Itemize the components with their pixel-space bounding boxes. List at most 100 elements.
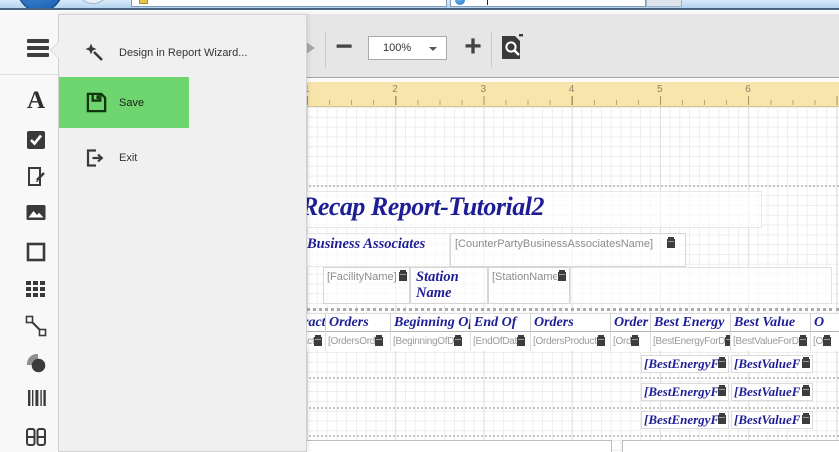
smart-tag-icon[interactable] — [597, 337, 605, 346]
header-cell[interactable]: Best Energy — [650, 314, 730, 332]
hamburger-menu-button[interactable] — [27, 39, 49, 57]
station-name-label[interactable]: Station Name — [410, 267, 488, 304]
picture-box-tool-icon[interactable] — [25, 202, 47, 224]
browser-forward-button[interactable] — [76, 0, 110, 4]
zoom-level-dropdown[interactable]: 100% — [368, 36, 447, 60]
preview-zoom-page-icon[interactable] — [499, 34, 525, 62]
station-name-field[interactable]: [StationName] — [488, 267, 570, 304]
toolbox-sidebar: A — [0, 11, 58, 452]
wand-icon — [85, 43, 105, 68]
footer-panel-left[interactable] — [305, 440, 612, 452]
best-energy-field[interactable]: [BestEnergyF — [641, 383, 729, 401]
shape-tool-icon[interactable] — [25, 352, 47, 374]
smart-tag-icon[interactable] — [802, 387, 810, 396]
browser-search-input[interactable] — [450, 0, 646, 7]
label-tool-icon[interactable]: A — [24, 90, 48, 112]
panel-tool-icon[interactable] — [25, 241, 47, 263]
report-canvas[interactable]: Recap Report-Tutorial2 Business Associat… — [300, 107, 839, 452]
field-cell[interactable]: [BestEnergyForD — [650, 332, 730, 351]
ruler-number: 6 — [745, 84, 751, 95]
screen: A — [0, 0, 839, 452]
barcode-tool-icon[interactable] — [25, 387, 47, 409]
exit-icon — [85, 148, 105, 173]
smart-tag-icon[interactable] — [631, 337, 639, 346]
report-title-label[interactable]: Recap Report-Tutorial2 — [300, 191, 762, 228]
smart-tag-icon[interactable] — [667, 239, 675, 248]
smart-tag-icon[interactable] — [823, 337, 831, 346]
smart-tag-icon[interactable] — [558, 272, 566, 281]
header-cell[interactable]: Best Value — [730, 314, 810, 332]
header-cell[interactable]: Orders — [530, 314, 610, 332]
header-cell[interactable]: Beginning Of — [390, 314, 470, 332]
rich-text-tool-icon[interactable] — [25, 166, 47, 188]
design-surface: 123456 Recap Report-Tutorial2 Business A… — [300, 78, 839, 452]
field-cell[interactable]: [O — [810, 332, 839, 351]
report-designer: A — [0, 11, 839, 452]
field-cell[interactable]: [OrdersProduct — [530, 332, 610, 351]
field-cell[interactable]: [EndOfDat — [470, 332, 530, 351]
band-separator[interactable] — [300, 185, 839, 187]
band-separator[interactable] — [300, 407, 839, 409]
character-comb-tool-icon[interactable] — [25, 426, 47, 448]
smart-tag-icon[interactable] — [399, 272, 407, 281]
band-separator[interactable] — [300, 308, 839, 311]
business-associates-label[interactable]: Business Associates — [302, 233, 450, 267]
counterparty-field[interactable]: [CounterPartyBusinessAssociatesName] — [450, 233, 686, 267]
best-value-field[interactable]: [BestValueF — [731, 355, 813, 373]
table-data-row[interactable]: act[OrdersOrd[BeginningOfD[EndOfDat[Orde… — [300, 332, 839, 351]
best-value-field[interactable]: [BestValueF — [731, 383, 813, 401]
table-header-row[interactable]: ractOrdersBeginning OfEnd OfOrdersOrderB… — [300, 313, 839, 332]
smart-tag-icon[interactable] — [799, 337, 807, 346]
site-favicon — [139, 0, 148, 4]
band-separator[interactable] — [300, 435, 839, 437]
toolbar-separator — [325, 32, 326, 68]
ruler-number: 5 — [657, 84, 663, 95]
best-value-field[interactable]: [BestValueF — [731, 411, 813, 429]
smart-tag-icon[interactable] — [517, 337, 525, 346]
browser-chrome — [0, 0, 839, 10]
header-cell[interactable]: O — [810, 314, 839, 332]
header-cell[interactable]: Order — [610, 314, 650, 332]
main-menu-panel: Design in Report Wizard... Save Exit — [58, 14, 307, 452]
field-cell[interactable]: [OrdersOrd — [325, 332, 390, 351]
browser-search-button[interactable] — [646, 0, 682, 7]
smart-tag-icon[interactable] — [718, 359, 726, 368]
chevron-down-icon — [429, 47, 437, 51]
smart-tag-icon[interactable] — [802, 359, 810, 368]
ruler-number: 3 — [481, 84, 487, 95]
field-cell[interactable]: [BeginningOfD — [390, 332, 470, 351]
smart-tag-icon[interactable] — [314, 337, 322, 346]
smart-tag-icon[interactable] — [375, 337, 383, 346]
field-cell[interactable]: [BestValueForD — [730, 332, 810, 351]
scroll-right-icon[interactable] — [306, 42, 315, 54]
smart-tag-icon[interactable] — [718, 415, 726, 424]
menu-item-design-in-report-wizard[interactable]: Design in Report Wizard... — [59, 39, 307, 67]
best-energy-field[interactable]: [BestEnergyF — [641, 411, 729, 429]
menu-item-save[interactable]: Save — [59, 77, 189, 128]
zoom-in-button[interactable]: + — [462, 38, 484, 60]
footer-panel-right[interactable] — [622, 440, 839, 452]
ruler-ticks-major — [307, 96, 839, 105]
table-tool-icon[interactable] — [25, 278, 47, 300]
facility-name-field[interactable]: [FacilityName] — [323, 267, 410, 304]
best-energy-field[interactable]: [BestEnergyF — [641, 355, 729, 373]
header-cell[interactable]: End Of — [470, 314, 530, 332]
menu-item-exit[interactable]: Exit — [59, 144, 307, 172]
field-cell[interactable]: [Ord — [610, 332, 650, 351]
ruler-number: 4 — [569, 84, 575, 95]
report-title-text: Recap Report-Tutorial2 — [301, 192, 544, 222]
band-separator[interactable] — [300, 377, 839, 379]
line-tool-icon[interactable] — [25, 315, 47, 337]
smart-tag-icon[interactable] — [802, 415, 810, 424]
header-cell[interactable]: Orders — [325, 314, 390, 332]
browser-back-button[interactable] — [17, 0, 63, 10]
horizontal-ruler: 123456 — [300, 82, 839, 107]
empty-panel[interactable] — [570, 267, 832, 304]
zoom-level-value: 100% — [383, 42, 411, 54]
check-box-tool-icon[interactable] — [25, 129, 47, 151]
smart-tag-icon[interactable] — [454, 337, 462, 346]
toolbar-separator — [491, 32, 492, 68]
address-bar[interactable] — [131, 0, 447, 7]
smart-tag-icon[interactable] — [718, 387, 726, 396]
zoom-out-button[interactable]: − — [333, 38, 355, 60]
